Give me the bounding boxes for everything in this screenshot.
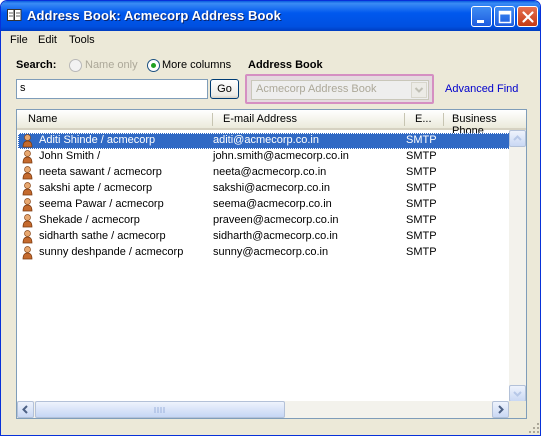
- contact-email-type: SMTP: [406, 182, 437, 194]
- contacts-list[interactable]: Name E-mail Address E... Business Phone …: [16, 109, 527, 419]
- column-header-type[interactable]: E...: [415, 113, 432, 125]
- contact-name: Shekade / acmecorp: [39, 214, 140, 226]
- contact-email: john.smith@acmecorp.co.in: [213, 150, 349, 162]
- contact-email-type: SMTP: [406, 134, 437, 146]
- title-bar[interactable]: Address Book: Acmecorp Address Book: [1, 1, 540, 31]
- contact-email: sakshi@acmecorp.co.in: [213, 182, 330, 194]
- menu-file[interactable]: File: [10, 34, 28, 46]
- contact-email: seema@acmecorp.co.in: [213, 198, 332, 210]
- advanced-find-link[interactable]: Advanced Find: [445, 83, 518, 95]
- contact-row[interactable]: John Smith / john.smith@acmecorp.co.in SMT…: [18, 149, 510, 165]
- column-header-name[interactable]: Name: [28, 113, 57, 125]
- contact-row[interactable]: neeta sawant / acmecorp neeta@acmecorp.co…: [18, 165, 510, 181]
- contact-person-icon: [22, 182, 33, 196]
- name-only-radio[interactable]: [69, 59, 82, 72]
- scroll-down-button[interactable]: [509, 385, 526, 402]
- contact-row[interactable]: sunny deshpande / acmecorp sunny@acmecorp…: [18, 245, 510, 261]
- more-columns-label: More columns: [162, 59, 232, 71]
- scroll-up-button[interactable]: [509, 130, 526, 147]
- search-label: Search:: [16, 59, 57, 71]
- contact-name: sunny deshpande / acmecorp: [39, 246, 184, 258]
- horizontal-scroll-thumb[interactable]: [35, 401, 285, 418]
- contact-person-icon: [22, 230, 33, 244]
- menu-tools[interactable]: Tools: [69, 34, 95, 46]
- contact-name: sidharth sathe / acmecorp: [39, 230, 166, 242]
- contact-email-type: SMTP: [406, 150, 437, 162]
- more-columns-radio[interactable]: [147, 59, 160, 72]
- address-book-icon: [7, 9, 22, 22]
- address-book-window: Address Book: Acmecorp Address Book File…: [0, 0, 541, 436]
- minimize-button[interactable]: [471, 6, 492, 27]
- close-button[interactable]: [517, 6, 538, 27]
- name-only-label: Name only: [85, 59, 138, 71]
- scroll-left-button[interactable]: [17, 401, 34, 418]
- contact-email: sunny@acmecorp.co.in: [213, 246, 329, 258]
- contact-email-type: SMTP: [406, 166, 437, 178]
- contact-email-type: SMTP: [406, 246, 437, 258]
- resize-grip-icon[interactable]: [528, 422, 540, 434]
- contact-name: neeta sawant / acmecorp: [39, 166, 162, 178]
- contact-name: John Smith /: [39, 150, 101, 162]
- contact-email: neeta@acmecorp.co.in: [213, 166, 327, 178]
- chevron-down-icon[interactable]: [411, 82, 427, 98]
- list-header: Name E-mail Address E... Business Phone: [17, 110, 526, 137]
- scroll-right-button[interactable]: [492, 401, 509, 418]
- horizontal-scrollbar[interactable]: [17, 401, 509, 418]
- menu-edit[interactable]: Edit: [38, 34, 57, 46]
- contact-name: Aditi Shinde / acmecorp: [39, 134, 156, 146]
- contact-row[interactable]: seema Pawar / acmecorp seema@acmecorp.co.…: [18, 197, 510, 213]
- contact-person-icon: [22, 198, 33, 212]
- column-divider[interactable]: [443, 113, 444, 126]
- contact-row[interactable]: Aditi Shinde / acmecorp aditi@acmecorp.co…: [18, 133, 510, 149]
- window-title: Address Book: Acmecorp Address Book: [27, 8, 281, 23]
- column-divider[interactable]: [404, 113, 405, 126]
- contact-email: sidharth@acmecorp.co.in: [213, 230, 338, 242]
- contact-email-type: SMTP: [406, 230, 437, 242]
- search-input[interactable]: s: [16, 79, 208, 99]
- contact-name: seema Pawar / acmecorp: [39, 198, 164, 210]
- scrollbar-corner: [509, 401, 526, 418]
- contact-email-type: SMTP: [406, 214, 437, 226]
- go-button[interactable]: Go: [210, 79, 239, 99]
- address-book-label: Address Book: [248, 59, 323, 71]
- contact-person-icon: [22, 246, 33, 260]
- column-header-email[interactable]: E-mail Address: [223, 113, 297, 125]
- contact-person-icon: [22, 150, 33, 164]
- contact-person-icon: [22, 134, 33, 148]
- contact-email: aditi@acmecorp.co.in: [213, 134, 319, 146]
- contact-email: praveen@acmecorp.co.in: [213, 214, 339, 226]
- menu-bar: File Edit Tools: [1, 31, 540, 50]
- address-book-dropdown[interactable]: Acmecorp Address Book: [251, 80, 429, 100]
- contact-person-icon: [22, 214, 33, 228]
- maximize-button[interactable]: [494, 6, 515, 27]
- vertical-scrollbar[interactable]: [509, 130, 526, 402]
- contact-person-icon: [22, 166, 33, 180]
- contact-name: sakshi apte / acmecorp: [39, 182, 153, 194]
- address-book-selected: Acmecorp Address Book: [256, 83, 377, 95]
- contact-email-type: SMTP: [406, 198, 437, 210]
- column-divider[interactable]: [212, 113, 213, 126]
- contact-row[interactable]: sidharth sathe / acmecorp sidharth@acmeco…: [18, 229, 510, 245]
- contact-row[interactable]: sakshi apte / acmecorp sakshi@acmecorp.co…: [18, 181, 510, 197]
- contact-row[interactable]: Shekade / acmecorp praveen@acmecorp.co.in…: [18, 213, 510, 229]
